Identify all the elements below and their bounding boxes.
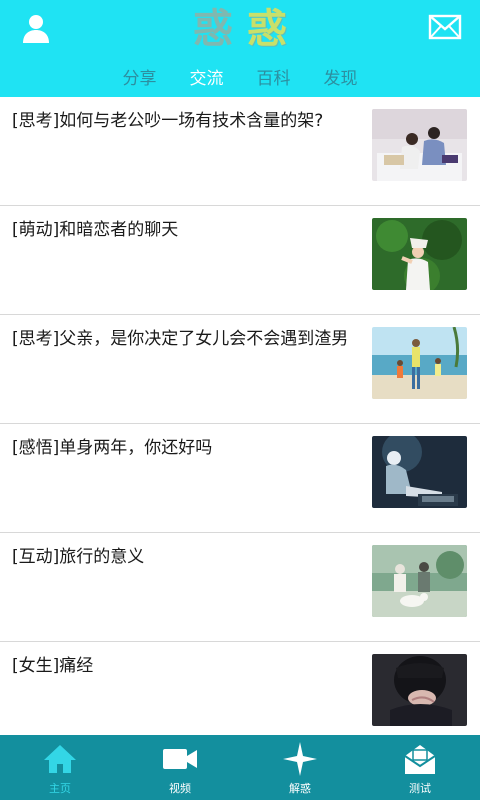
nav-video-label: 视频 (169, 782, 191, 795)
list-item[interactable]: [互动]旅行的意义 (0, 533, 480, 642)
category-tabs: 分享 交流 百科 发现 (0, 64, 480, 94)
app-logo: 惑 惑 (182, 6, 298, 52)
home-icon (44, 745, 76, 773)
girl-hugging-knees-photo (372, 654, 467, 726)
woman-sitting-photo (372, 436, 467, 508)
article-title: [萌动]和暗恋者的聊天 (12, 220, 179, 240)
article-title: [思考]父亲，是你决定了女儿会不会遇到渣男 (12, 329, 349, 349)
tab-encyclopedia[interactable]: 百科 (240, 64, 307, 94)
list-item[interactable]: [女生]痛经 (0, 642, 480, 735)
logo-char-left: 惑 (193, 5, 233, 52)
envelope-icon (404, 745, 436, 774)
nav-home[interactable]: 主页 (0, 735, 120, 800)
top-header: 惑 惑 分享 交流 百科 发现 (0, 0, 480, 97)
logo-char-right: 惑 (247, 5, 287, 52)
people-with-dog-photo (372, 545, 467, 617)
nav-test-label: 测试 (409, 782, 431, 795)
girl-in-forest-photo (372, 218, 467, 290)
tab-share[interactable]: 分享 (106, 64, 173, 94)
tab-discover[interactable]: 发现 (307, 64, 374, 94)
nav-answers[interactable]: 解惑 (240, 735, 360, 800)
list-item[interactable]: [感悟]单身两年，你还好吗 (0, 424, 480, 533)
mail-icon (428, 14, 462, 40)
bottom-navigation: 主页 视频 解惑 测试 (0, 735, 480, 800)
nav-answers-label: 解惑 (289, 782, 311, 795)
video-camera-icon (163, 749, 197, 769)
user-profile-button[interactable] (20, 12, 52, 44)
messages-button[interactable] (428, 14, 462, 40)
nav-home-label: 主页 (49, 782, 71, 795)
article-list: [思考]如何与老公吵一场有技术含量的架? [萌动]和暗恋者的聊天 [思考]父亲，… (0, 97, 480, 735)
couple-on-bed-photo (372, 109, 467, 181)
list-item[interactable]: [思考]父亲，是你决定了女儿会不会遇到渣男 (0, 315, 480, 424)
tab-exchange[interactable]: 交流 (173, 64, 240, 94)
article-title: [感悟]单身两年，你还好吗 (12, 438, 213, 458)
article-title: [女生]痛经 (12, 656, 94, 676)
article-title: [思考]如何与老公吵一场有技术含量的架? (12, 111, 324, 131)
list-item[interactable]: [思考]如何与老公吵一场有技术含量的架? (0, 97, 480, 206)
star-compass-icon (283, 742, 317, 776)
user-icon (23, 15, 49, 43)
nav-video[interactable]: 视频 (120, 735, 240, 800)
article-title: [互动]旅行的意义 (12, 547, 145, 567)
nav-test[interactable]: 测试 (360, 735, 480, 800)
family-on-beach-photo (372, 327, 467, 399)
list-item[interactable]: [萌动]和暗恋者的聊天 (0, 206, 480, 315)
